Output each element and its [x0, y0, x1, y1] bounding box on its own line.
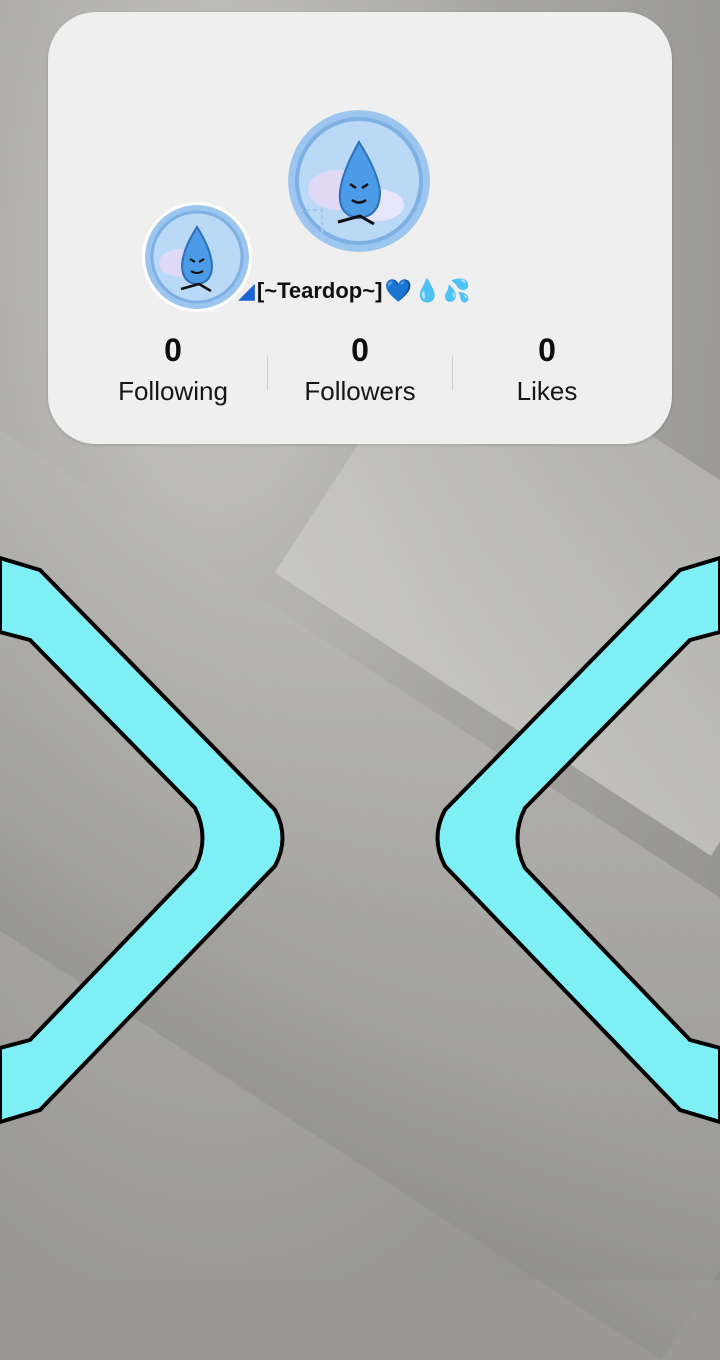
- stat-divider: [452, 356, 453, 390]
- droplet-emoji: 💧: [414, 280, 441, 302]
- username: [~Teardop~]: [257, 278, 383, 304]
- blue-heart-emoji: 💙: [384, 280, 411, 302]
- profile-avatar-small[interactable]: [142, 202, 252, 312]
- blue-drop-emoji-partial: ◢: [238, 280, 255, 302]
- teardrop-character-icon: [288, 110, 430, 252]
- right-cyan-frame: [438, 558, 720, 1122]
- following-count: 0: [83, 330, 263, 370]
- stat-divider: [267, 356, 268, 390]
- sweat-droplets-emoji: 💦: [443, 280, 470, 302]
- likes-count: 0: [457, 330, 637, 370]
- followers-label: Followers: [270, 376, 450, 407]
- profile-card: ◢ [~Teardop~] 💙 💧 💦 0 Following 0 Follow…: [48, 12, 672, 444]
- likes-label: Likes: [457, 376, 637, 407]
- following-label: Following: [83, 376, 263, 407]
- teardrop-character-icon: [145, 205, 249, 309]
- username-row: ◢ [~Teardop~] 💙 💧 💦: [238, 274, 471, 308]
- following-stat[interactable]: 0 Following: [83, 330, 263, 407]
- followers-stat[interactable]: 0 Followers: [270, 330, 450, 407]
- profile-stats: 0 Following 0 Followers 0 Likes: [48, 330, 672, 420]
- followers-count: 0: [270, 330, 450, 370]
- profile-avatar-large[interactable]: [288, 110, 430, 252]
- likes-stat[interactable]: 0 Likes: [457, 330, 637, 407]
- left-cyan-frame: [0, 558, 283, 1122]
